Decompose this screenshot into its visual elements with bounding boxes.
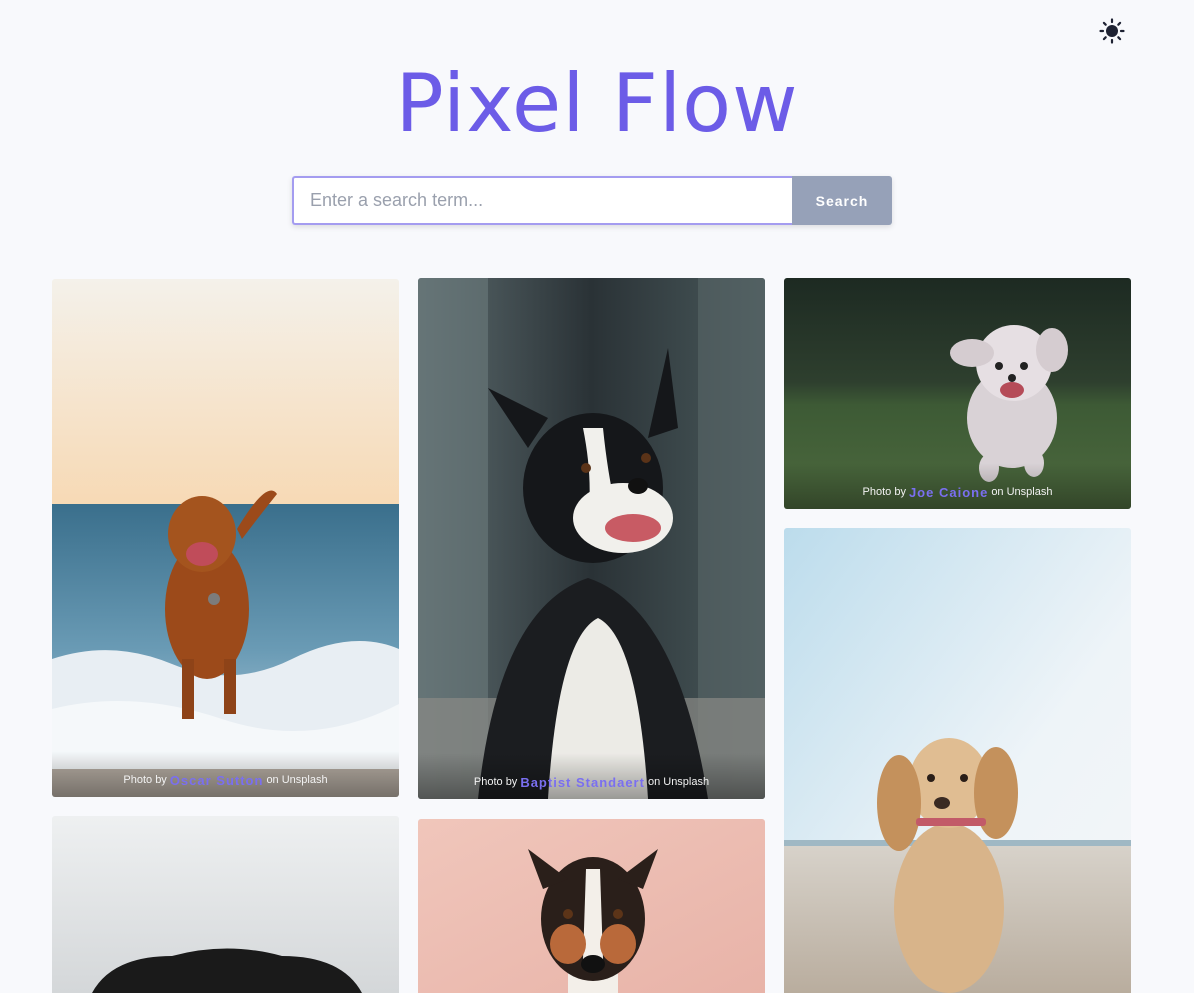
photo-card[interactable]: Photo by Oscar Sutton on Unsplash [52, 279, 399, 797]
credit-suffix: on Unsplash [991, 486, 1053, 498]
photo-credit: Photo by Oscar Sutton on Unsplash [52, 751, 399, 797]
search-bar: Search [292, 176, 892, 225]
photo-card[interactable] [52, 816, 399, 993]
theme-toggle-button[interactable] [1099, 18, 1125, 48]
search-button[interactable]: Search [792, 176, 892, 225]
photo-card[interactable]: Photo by Joe Caione on Unsplash [784, 278, 1131, 509]
photo-card[interactable]: Photo by Baptist Standaert on Unsplash [418, 278, 765, 799]
photo-card[interactable] [418, 819, 765, 993]
credit-prefix: Photo by [862, 486, 906, 498]
photo-image [52, 816, 399, 993]
search-input[interactable] [292, 176, 792, 225]
credit-prefix: Photo by [123, 774, 167, 786]
sun-icon [1099, 18, 1125, 48]
author-link[interactable]: Oscar Sutton [170, 773, 264, 788]
photo-credit: Photo by Joe Caione on Unsplash [784, 463, 1131, 509]
app-title: Pixel Flow [395, 57, 799, 150]
photo-image [418, 278, 765, 799]
photo-image [418, 819, 765, 993]
photo-credit: Photo by Baptist Standaert on Unsplash [418, 753, 765, 799]
author-link[interactable]: Baptist Standaert [520, 775, 645, 790]
credit-suffix: on Unsplash [647, 776, 710, 788]
credit-prefix: Photo by [473, 776, 518, 788]
credit-suffix: on Unsplash [266, 774, 328, 786]
photo-card[interactable] [784, 528, 1131, 993]
photo-image [52, 279, 399, 797]
author-link[interactable]: Joe Caione [909, 485, 988, 500]
photo-image [784, 528, 1131, 993]
